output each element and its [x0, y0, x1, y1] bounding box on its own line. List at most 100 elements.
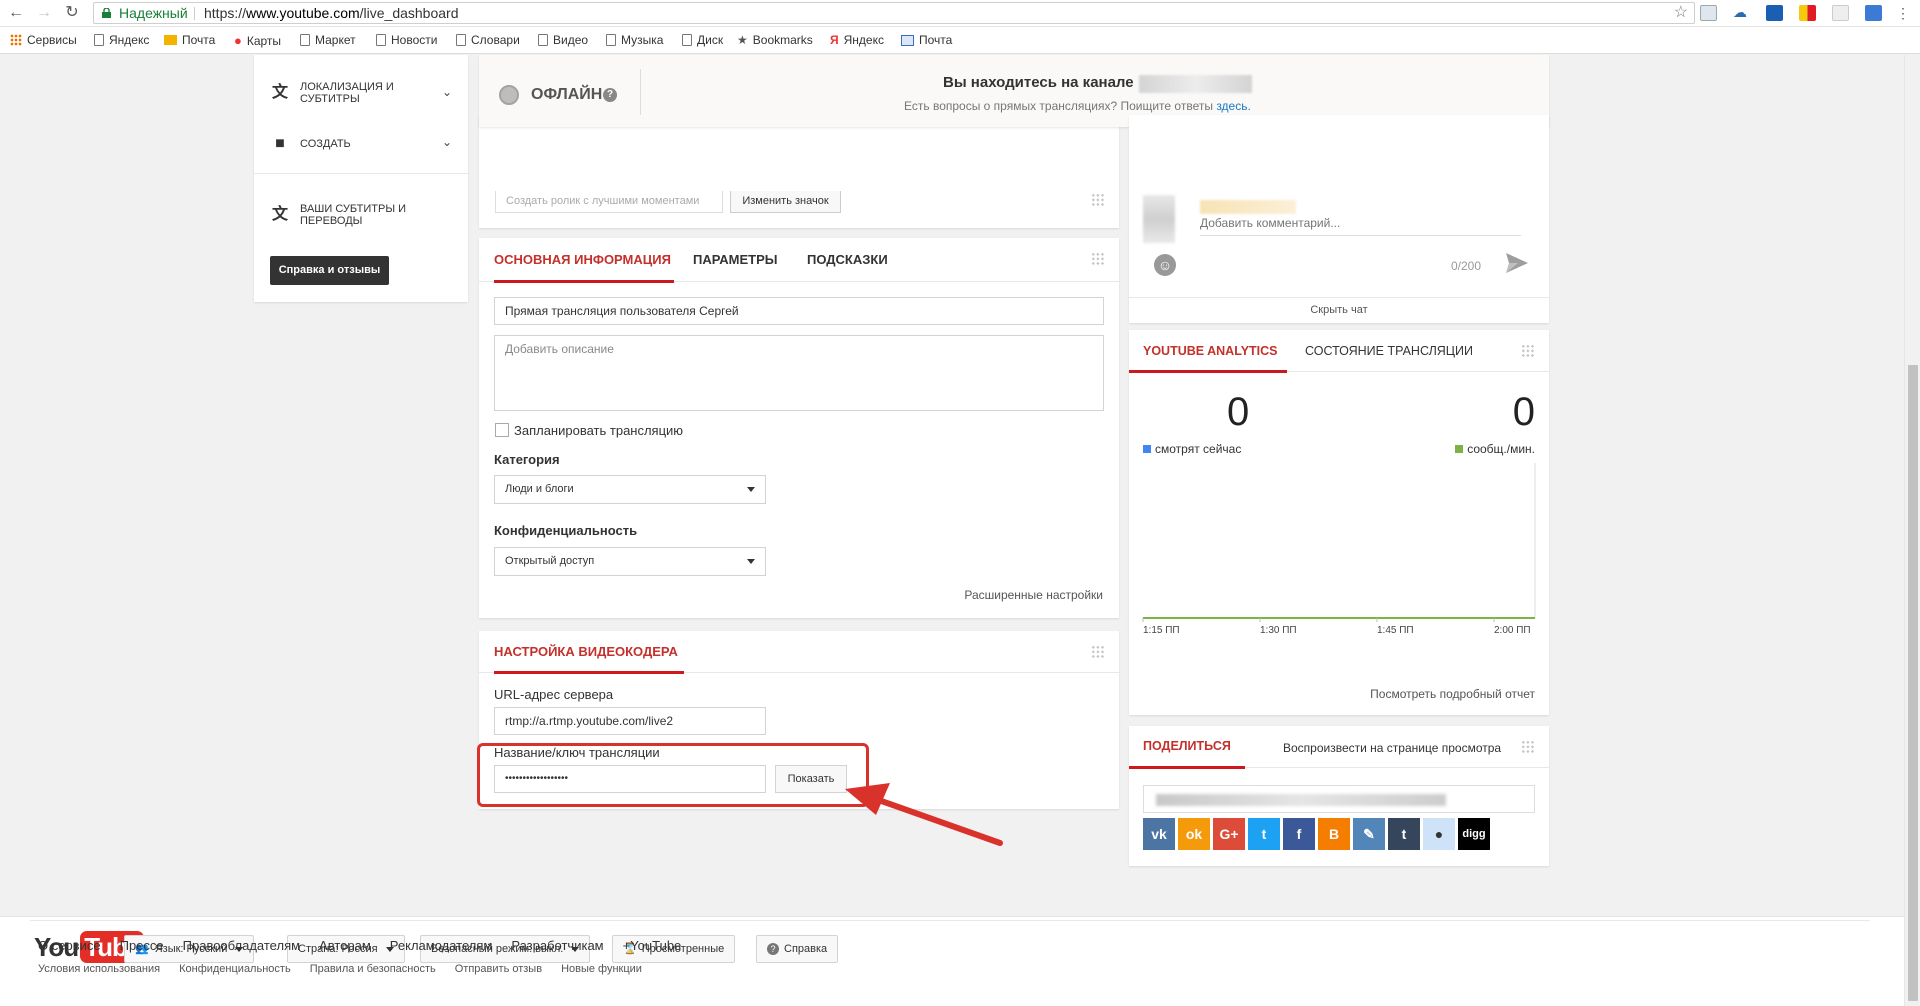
viewers-legend-label: смотрят сейчас [1155, 442, 1242, 456]
reddit-icon[interactable]: ● [1423, 818, 1455, 850]
sidebar-item-subtitles[interactable]: 文 ВАШИ СУБТИТРЫ И ПЕРЕВОДЫ [270, 203, 420, 227]
address-bar[interactable]: Надежный https://www.youtube.com/live_da… [93, 2, 1695, 24]
google-plus-icon[interactable]: G+ [1213, 818, 1245, 850]
twitter-icon[interactable]: t [1248, 818, 1280, 850]
scrollbar-thumb[interactable] [1908, 365, 1918, 1001]
footer-link[interactable]: О сервисе [38, 938, 101, 953]
tab-basic-info[interactable]: ОСНОВНАЯ ИНФОРМАЦИЯ [494, 238, 674, 283]
footer-link-secondary[interactable]: Конфиденциальность [179, 963, 291, 975]
page-icon [300, 34, 310, 46]
bookmark-star-icon[interactable]: ☆ [1674, 3, 1688, 23]
drag-handle-icon[interactable] [1091, 193, 1105, 207]
footer-link[interactable]: +YouTube [623, 938, 682, 953]
livejournal-icon[interactable]: ✎ [1353, 818, 1385, 850]
stream-status: ОФЛАЙН [531, 86, 603, 103]
sidebar-item-localization[interactable]: 文 ЛОКАЛИЗАЦИЯ И СУБТИТРЫ [270, 81, 410, 105]
privacy-value: Открытый доступ [505, 555, 595, 567]
change-icon-button[interactable]: Изменить значок [730, 191, 841, 213]
emoji-icon[interactable]: ☺ [1154, 254, 1176, 276]
bookmark-yandex[interactable]: Яндекс [94, 33, 149, 47]
reload-icon[interactable]: ↻ [62, 3, 82, 23]
footer-link[interactable]: Прессе [120, 938, 164, 953]
comment-input[interactable]: Добавить комментарий... [1200, 216, 1521, 236]
bookmark-music[interactable]: Музыка [606, 33, 663, 47]
tab-encoder-setup[interactable]: НАСТРОЙКА ВИДЕОКОДЕРА [494, 631, 684, 674]
chevron-down-icon[interactable]: ⌄ [442, 85, 452, 99]
footer-link-secondary[interactable]: Новые функции [561, 963, 642, 975]
tumblr-icon[interactable]: t [1388, 818, 1420, 850]
chart-x-tick-label: 2:00 ПП [1494, 625, 1531, 636]
footer-link[interactable]: Рекламодателям [390, 938, 493, 953]
bookmark-yandex-2[interactable]: Я Яндекс [830, 33, 884, 47]
footer-link-secondary[interactable]: Правила и безопасность [310, 963, 436, 975]
faq-text: Есть вопросы о прямых трансляциях? Поищи… [904, 99, 1213, 113]
bookmark-maps[interactable]: ● Карты [234, 33, 281, 48]
bookmark-video[interactable]: Видео [538, 33, 588, 47]
title-input[interactable]: Прямая трансляция пользователя Сергей [494, 297, 1104, 325]
cloud-extension-icon[interactable]: ☁ [1733, 5, 1750, 21]
share-url-blurred [1156, 794, 1446, 806]
translate-icon: 文 [271, 206, 288, 223]
share-url-field[interactable] [1143, 785, 1535, 813]
tab-parameters[interactable]: ПАРАМЕТРЫ [693, 238, 778, 282]
extension-icon[interactable] [1799, 5, 1816, 21]
url-path: /live_dashboard [359, 5, 459, 21]
rss-extension-icon[interactable] [1832, 5, 1849, 21]
bookmark-services[interactable]: Сервисы [10, 33, 77, 47]
blogger-icon[interactable]: B [1318, 818, 1350, 850]
bookmark-disk[interactable]: Диск [682, 33, 723, 47]
footer-link[interactable]: Авторам [319, 938, 371, 953]
caret-down-icon [747, 559, 755, 564]
sidebar-item-label: СОЗДАТЬ [300, 138, 351, 150]
bookmark-market[interactable]: Маркет [300, 33, 356, 47]
detailed-report-link[interactable]: Посмотреть подробный отчет [1370, 687, 1535, 701]
faq-link[interactable]: здесь. [1216, 99, 1251, 113]
tab-share[interactable]: ПОДЕЛИТЬСЯ [1129, 726, 1245, 769]
forward-icon[interactable]: → [34, 3, 54, 23]
schedule-checkbox[interactable] [495, 423, 509, 437]
bookmark-news[interactable]: Новости [376, 33, 437, 47]
drag-handle-icon[interactable] [1091, 645, 1105, 659]
highlights-input[interactable]: Создать ролик с лучшими моментами [495, 191, 723, 213]
drag-handle-icon[interactable] [1091, 252, 1105, 266]
help-icon[interactable]: ? [603, 88, 617, 102]
menu-icon[interactable]: ⋮ [1893, 3, 1913, 23]
footer-link-secondary[interactable]: Условия использования [38, 963, 160, 975]
footer-link[interactable]: Разработчикам [511, 938, 603, 953]
advanced-settings-link[interactable]: Расширенные настройки [964, 588, 1103, 602]
footer-link-secondary[interactable]: Отправить отзыв [455, 963, 542, 975]
extension-icon[interactable] [1700, 5, 1717, 21]
description-textarea[interactable]: Добавить описание [494, 335, 1104, 411]
bookmark-folder[interactable]: ★ Bookmarks [737, 33, 813, 47]
hide-chat-link[interactable]: Скрыть чат [1129, 297, 1549, 316]
send-icon[interactable] [1504, 251, 1530, 275]
tab-stream-health[interactable]: СОСТОЯНИЕ ТРАНСЛЯЦИИ [1305, 330, 1473, 372]
extension-icon[interactable] [1865, 5, 1882, 21]
sidebar-divider [254, 173, 468, 174]
help-feedback-button[interactable]: Справка и отзывы [270, 256, 389, 285]
vk-icon[interactable]: vk [1143, 818, 1175, 850]
scrollbar[interactable] [1904, 55, 1920, 1006]
extension-icon[interactable] [1766, 5, 1783, 21]
drag-handle-icon[interactable] [1521, 740, 1535, 754]
bookmark-mail-2[interactable]: Почта [901, 33, 952, 47]
chevron-down-icon[interactable]: ⌄ [442, 135, 452, 149]
digg-icon[interactable]: digg [1458, 818, 1490, 850]
facebook-icon[interactable]: f [1283, 818, 1315, 850]
category-select[interactable]: Люди и блоги [494, 475, 766, 504]
server-url-field[interactable]: rtmp://a.rtmp.youtube.com/live2 [494, 707, 766, 735]
sidebar-item-create[interactable]: ■ СОЗДАТЬ [270, 135, 351, 153]
help-button[interactable]: ? Справка [756, 935, 839, 963]
share-tabs: ПОДЕЛИТЬСЯ Воспроизвести на странице про… [1129, 726, 1549, 769]
mail-icon [901, 34, 914, 46]
tab-youtube-analytics[interactable]: YOUTUBE ANALYTICS [1129, 330, 1287, 373]
back-icon[interactable]: ← [6, 3, 26, 23]
tab-play-on-watch-page[interactable]: Воспроизвести на странице просмотра [1283, 726, 1501, 768]
drag-handle-icon[interactable] [1521, 344, 1535, 358]
privacy-select[interactable]: Открытый доступ [494, 547, 766, 576]
bookmark-dictionaries[interactable]: Словари [456, 33, 520, 47]
bookmark-mail[interactable]: Почта [164, 33, 215, 47]
footer-link[interactable]: Правообладателям [183, 938, 300, 953]
odnoklassniki-icon[interactable]: ok [1178, 818, 1210, 850]
tab-hints[interactable]: ПОДСКАЗКИ [807, 238, 888, 282]
